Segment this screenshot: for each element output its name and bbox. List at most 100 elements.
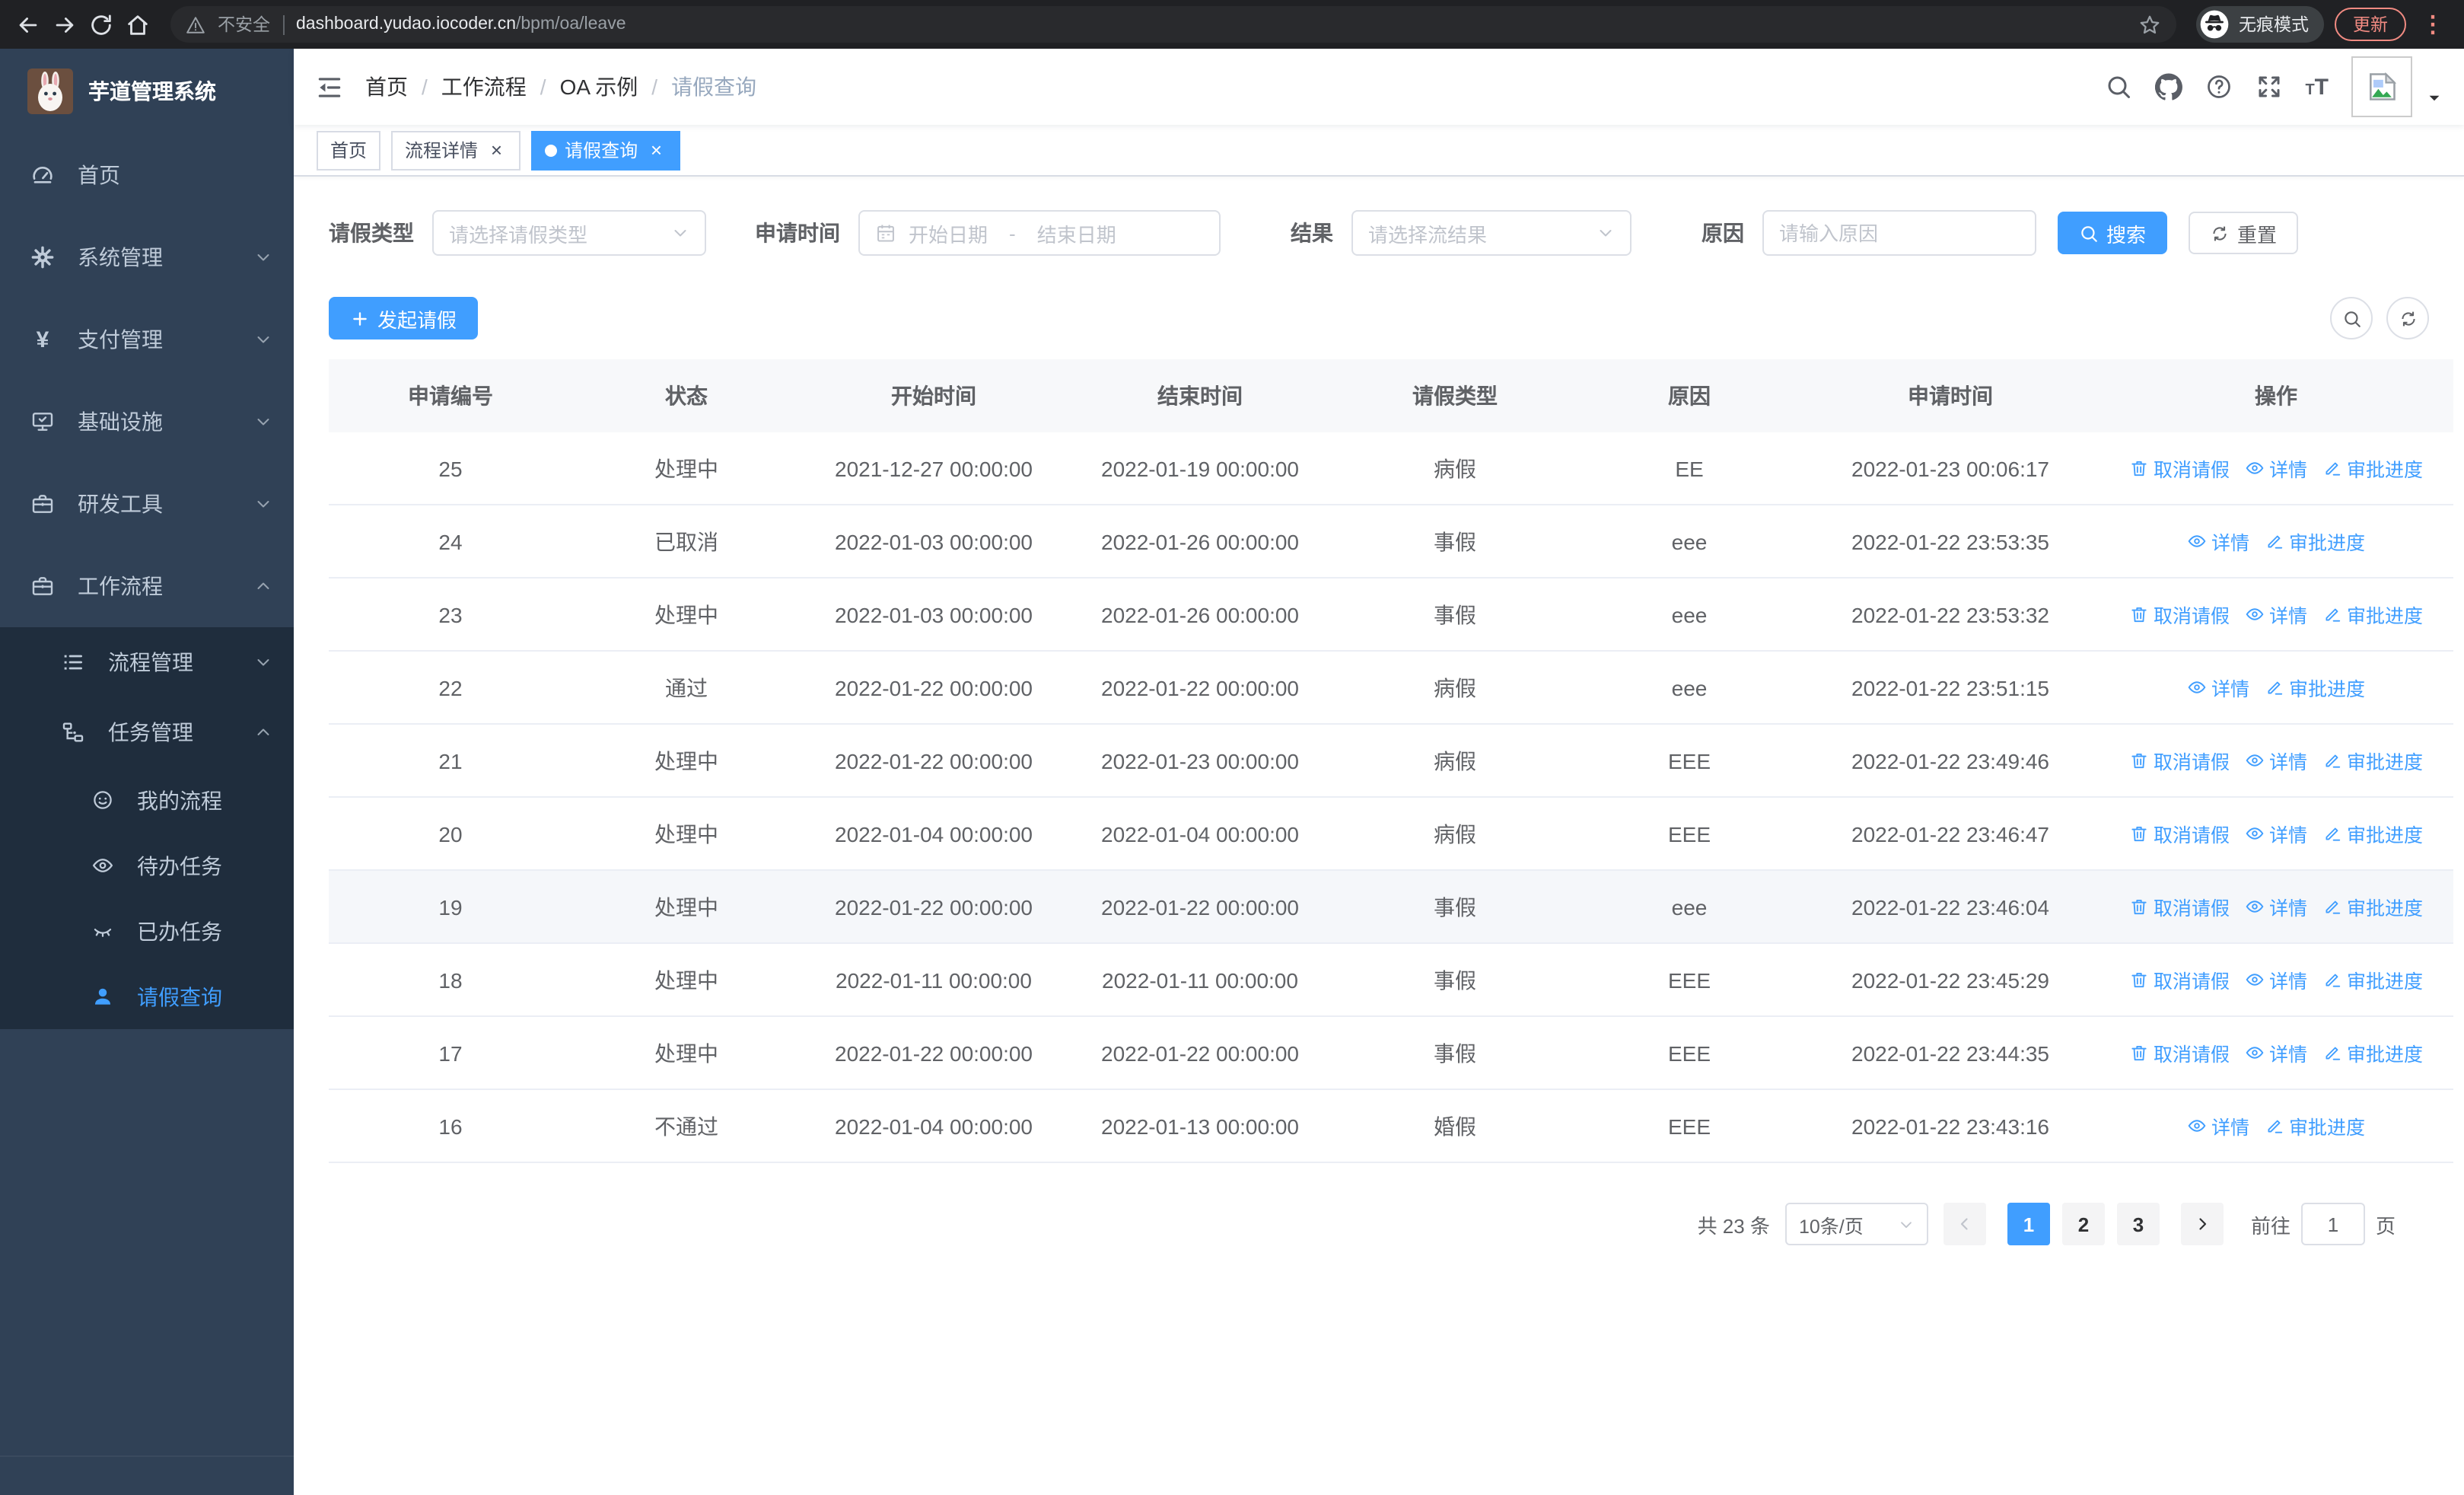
goto-page-input[interactable] [2300, 1203, 2365, 1245]
sidebar-item-home[interactable]: 首页 [0, 134, 294, 216]
breadcrumb-item[interactable]: OA 示例 [560, 72, 638, 102]
approval-progress-link[interactable]: 审批进度 [2322, 600, 2423, 629]
cancel-leave-link[interactable]: 取消请假 [2129, 819, 2230, 848]
detail-link[interactable]: 详情 [2245, 965, 2307, 994]
address-bar[interactable]: 不安全 dashboard.yudao.iocoder.cn/bpm/oa/le… [170, 6, 2176, 43]
search-button[interactable]: 搜索 [2058, 212, 2168, 254]
avatar[interactable] [2351, 56, 2412, 117]
sidebar-item-done-tasks[interactable]: 已办任务 [0, 898, 294, 964]
cell-status: 已取消 [654, 529, 718, 553]
bookmark-star-icon[interactable] [2138, 13, 2161, 36]
table-row[interactable]: 24 已取消 2022-01-03 00:00:00 2022-01-26 00… [329, 505, 2453, 579]
table-row[interactable]: 17 处理中 2022-01-22 00:00:00 2022-01-22 00… [329, 1017, 2453, 1090]
next-page-button[interactable] [2180, 1203, 2224, 1245]
prev-page-button[interactable] [1943, 1203, 1986, 1245]
breadcrumb-item[interactable]: 工作流程 [441, 72, 527, 102]
help-icon[interactable] [2205, 73, 2232, 100]
caret-down-icon[interactable] [2426, 89, 2443, 106]
cell-actions: 取消请假 详情 审批进度 [2099, 798, 2453, 869]
approval-progress-link[interactable]: 审批进度 [2322, 1038, 2423, 1067]
app-logo[interactable]: 芋道管理系统 [0, 49, 294, 134]
sidebar-item-my-process[interactable]: 我的流程 [0, 767, 294, 833]
face-icon [91, 789, 114, 811]
github-icon[interactable] [2154, 73, 2182, 100]
sidebar-item-label: 工作流程 [78, 574, 163, 598]
detail-link[interactable]: 详情 [2187, 527, 2249, 556]
show-search-button[interactable] [2330, 297, 2373, 339]
leave-type-select[interactable]: 请选择请假类型 [432, 210, 706, 256]
detail-link[interactable]: 详情 [2245, 892, 2307, 921]
refresh-table-button[interactable] [2386, 297, 2429, 339]
fullscreen-icon[interactable] [2255, 73, 2282, 100]
close-tab-icon[interactable]: × [645, 139, 667, 161]
browser-reload-icon[interactable] [88, 11, 114, 37]
cancel-leave-link[interactable]: 取消请假 [2129, 746, 2230, 775]
browser-menu-icon[interactable]: ⋮ [2417, 11, 2449, 38]
reason-input[interactable] [1762, 210, 2036, 256]
sidebar-item-devtools[interactable]: 研发工具 [0, 463, 294, 545]
detail-link[interactable]: 详情 [2187, 673, 2249, 702]
table-row[interactable]: 25 处理中 2021-12-27 00:00:00 2022-01-19 00… [329, 432, 2453, 505]
table-row[interactable]: 23 处理中 2022-01-03 00:00:00 2022-01-26 00… [329, 579, 2453, 652]
view-tab[interactable]: 首页 [317, 130, 381, 170]
table-row[interactable]: 18 处理中 2022-01-11 00:00:00 2022-01-11 00… [329, 944, 2453, 1017]
table-row[interactable]: 19 处理中 2022-01-22 00:00:00 2022-01-22 00… [329, 871, 2453, 944]
sidebar-item-leave-query[interactable]: 请假查询 [0, 964, 294, 1029]
approval-progress-link[interactable]: 审批进度 [2265, 1111, 2365, 1140]
cell-status: 处理中 [654, 456, 718, 480]
sidebar-item-todo-tasks[interactable]: 待办任务 [0, 833, 294, 898]
result-select[interactable]: 请选择流结果 [1351, 210, 1632, 256]
eye-icon [2245, 824, 2265, 843]
sidebar-item-process-management[interactable]: 流程管理 [0, 627, 294, 697]
browser-forward-icon[interactable] [52, 11, 78, 37]
sidebar-item-workflow[interactable]: 工作流程 [0, 545, 294, 627]
approval-progress-link[interactable]: 审批进度 [2322, 892, 2423, 921]
cancel-leave-link[interactable]: 取消请假 [2129, 454, 2230, 483]
sidebar-item-payment[interactable]: ¥ 支付管理 [0, 298, 294, 381]
table-row[interactable]: 22 通过 2022-01-22 00:00:00 2022-01-22 00:… [329, 652, 2453, 725]
approval-progress-link[interactable]: 审批进度 [2322, 746, 2423, 775]
browser-update-button[interactable]: 更新 [2335, 8, 2406, 41]
approval-progress-link[interactable]: 审批进度 [2322, 819, 2423, 848]
approval-progress-link[interactable]: 审批进度 [2265, 673, 2365, 702]
page-size-select[interactable]: 10条/页 [1784, 1203, 1928, 1245]
sidebar-item-infra[interactable]: 基础设施 [0, 381, 294, 463]
detail-link[interactable]: 详情 [2245, 819, 2307, 848]
column-header: 结束时间 [1157, 384, 1243, 408]
search-icon[interactable] [2104, 73, 2131, 100]
approval-progress-link[interactable]: 审批进度 [2322, 965, 2423, 994]
chevron-right-icon [2193, 1215, 2211, 1233]
cancel-leave-link[interactable]: 取消请假 [2129, 1038, 2230, 1067]
page-button[interactable]: 2 [2061, 1203, 2105, 1245]
table-row[interactable]: 16 不通过 2022-01-04 00:00:00 2022-01-13 00… [329, 1090, 2453, 1163]
font-size-icon[interactable]: TT [2305, 74, 2329, 100]
page-button[interactable]: 3 [2116, 1203, 2160, 1245]
breadcrumb-item[interactable]: 首页 [365, 72, 408, 102]
close-tab-icon[interactable]: × [485, 139, 507, 161]
sidebar-collapse-icon[interactable] [315, 72, 344, 101]
cell-apply-time: 2022-01-22 23:46:47 [1851, 821, 2049, 846]
sidebar-item-system[interactable]: 系统管理 [0, 216, 294, 298]
cell-actions: 取消请假 详情 审批进度 [2099, 579, 2453, 650]
detail-link[interactable]: 详情 [2245, 600, 2307, 629]
approval-progress-link[interactable]: 审批进度 [2322, 454, 2423, 483]
page-button[interactable]: 1 [2007, 1203, 2050, 1245]
cancel-leave-link[interactable]: 取消请假 [2129, 892, 2230, 921]
create-leave-button[interactable]: 发起请假 [329, 297, 479, 339]
reset-button[interactable]: 重置 [2189, 212, 2299, 254]
table-row[interactable]: 20 处理中 2022-01-04 00:00:00 2022-01-04 00… [329, 798, 2453, 871]
browser-back-icon[interactable] [15, 11, 41, 37]
cancel-leave-link[interactable]: 取消请假 [2129, 965, 2230, 994]
cancel-leave-link[interactable]: 取消请假 [2129, 600, 2230, 629]
table-row[interactable]: 21 处理中 2022-01-22 00:00:00 2022-01-23 00… [329, 725, 2453, 798]
sidebar-item-task-management[interactable]: 任务管理 [0, 697, 294, 767]
browser-home-icon[interactable] [125, 11, 151, 37]
apply-time-range-picker[interactable]: 开始日期 - 结束日期 [858, 210, 1221, 256]
view-tab[interactable]: 流程详情 × [391, 130, 521, 170]
detail-link[interactable]: 详情 [2245, 454, 2307, 483]
approval-progress-link[interactable]: 审批进度 [2265, 527, 2365, 556]
detail-link[interactable]: 详情 [2245, 746, 2307, 775]
detail-link[interactable]: 详情 [2245, 1038, 2307, 1067]
detail-link[interactable]: 详情 [2187, 1111, 2249, 1140]
view-tab[interactable]: 请假查询 × [531, 130, 681, 170]
